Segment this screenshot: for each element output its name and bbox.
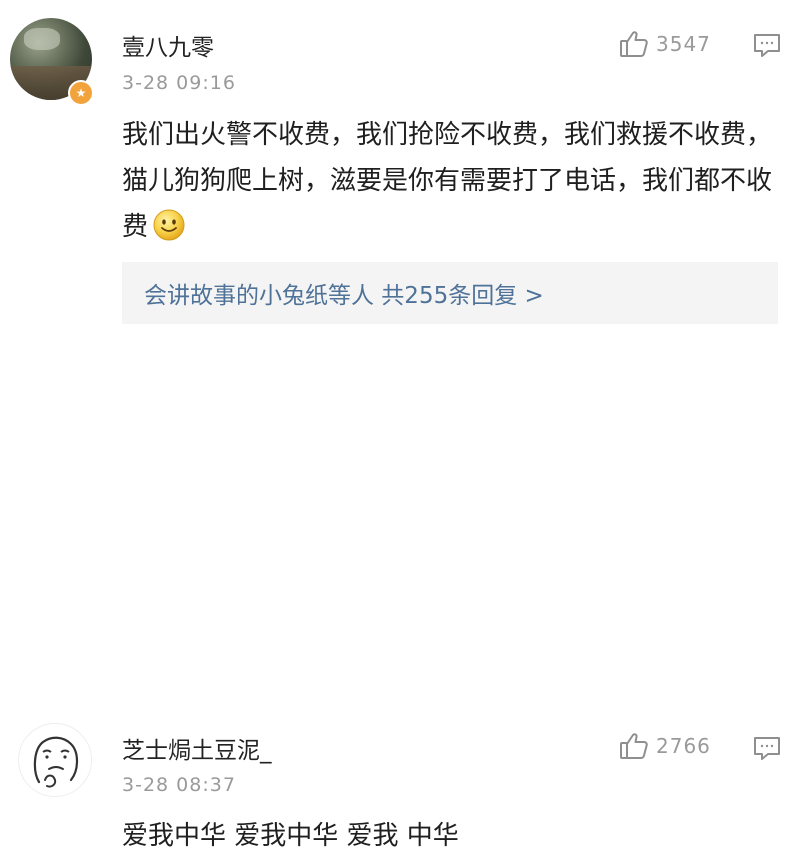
comment-item: 芝士焗土豆泥_ 3-28 08:37 2766 爱我中华 爱我中华 爱我 中华	[0, 345, 800, 851]
thumbs-up-icon	[618, 28, 650, 60]
comment-item: ★ 壹八九零 3-28 09:16 3547 我们出火警不收费，我们抢险不收费，…	[0, 0, 800, 345]
comment-text: 我们出火警不收费，我们抢险不收费，我们救援不收费，猫儿狗狗爬上树，滋要是你有需要…	[122, 112, 792, 250]
comment-text: 爱我中华 爱我中华 爱我 中华	[122, 821, 459, 851]
verified-badge: ★	[68, 80, 94, 106]
avatar-photo-highlight	[24, 28, 60, 50]
replies-summary-link[interactable]: 会讲故事的小兔纸等人 共255条回复 >	[122, 262, 778, 324]
reply-icon[interactable]	[752, 733, 782, 763]
smiley-face-icon	[152, 208, 186, 242]
user-avatar[interactable]	[18, 723, 92, 797]
like-count: 3547	[656, 32, 711, 56]
like-count: 2766	[656, 734, 711, 758]
comment-text-body: 我们出火警不收费，我们抢险不收费，我们救援不收费，猫儿狗狗爬上树，滋要是你有需要…	[122, 120, 773, 242]
reply-icon[interactable]	[752, 30, 782, 60]
timestamp: 3-28 08:37	[122, 774, 236, 796]
like-button[interactable]: 2766	[618, 730, 711, 762]
like-button[interactable]: 3547	[618, 28, 711, 60]
replies-summary-text: 会讲故事的小兔纸等人 共255条回复 >	[144, 283, 544, 309]
thumbs-up-icon	[618, 730, 650, 762]
timestamp: 3-28 09:16	[122, 72, 236, 94]
username[interactable]: 壹八九零	[122, 28, 214, 62]
username[interactable]: 芝士焗土豆泥_	[122, 731, 272, 765]
meme-face-icon	[33, 736, 79, 788]
